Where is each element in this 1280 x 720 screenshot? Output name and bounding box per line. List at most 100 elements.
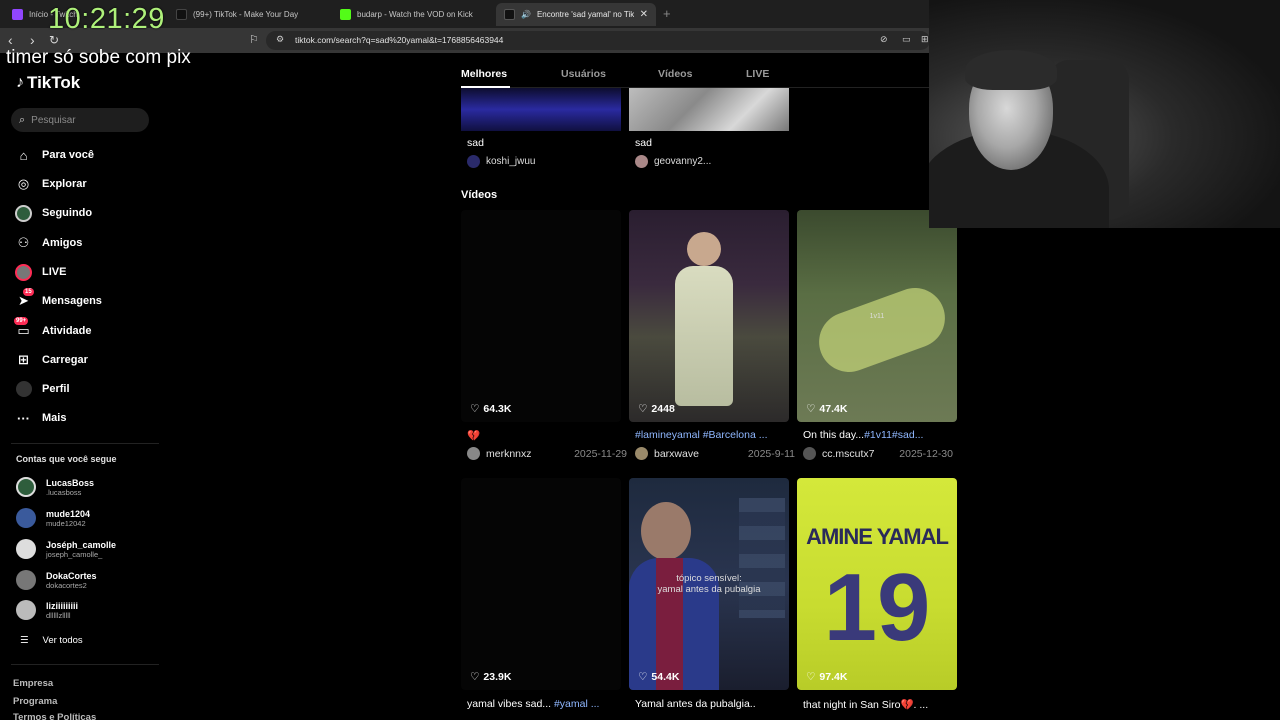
video-card[interactable]: AMINE YAMAL 19 ♡ 97.4K — [797, 478, 957, 690]
nav-perfil[interactable]: Perfil — [15, 379, 70, 399]
avatar — [467, 447, 480, 460]
following-item[interactable]: liziiiiiiiii dlllllzlllll — [16, 600, 78, 620]
site-info-icon[interactable]: ⚙ — [276, 34, 284, 45]
video-caption[interactable]: that night in San Siro💔. ... — [803, 698, 961, 711]
browser-tab-search[interactable]: 🔊 Encontre 'sad yamal' no TikTok ✕ — [496, 3, 656, 26]
like-count-value: 97.4K — [819, 671, 848, 683]
tiktok-favicon-icon — [176, 9, 187, 20]
like-count-value: 64.3K — [483, 403, 512, 415]
following-item[interactable]: DokaCortes dokacortes2 — [16, 570, 97, 590]
like-count: ♡ 47.4K — [806, 403, 847, 415]
twitch-favicon-icon — [12, 9, 23, 20]
nav-label: Seguindo — [42, 207, 93, 219]
nav-mensagens[interactable]: ➤ 15 Mensagens — [15, 287, 102, 311]
nav-amigos[interactable]: ⚇ Amigos — [15, 233, 83, 253]
video-caption[interactable]: Yamal antes da pubalgia.. — [635, 698, 793, 710]
heart-icon: ♡ — [806, 671, 816, 683]
new-tab-icon[interactable]: + — [663, 6, 671, 21]
caption-hashtags: #1v11#sad... — [864, 429, 924, 441]
like-count: ♡ 97.4K — [806, 671, 847, 683]
following-handle: dlllllzlllll — [46, 610, 71, 620]
caption-text: that night in San Siro💔. ... — [803, 699, 929, 711]
extension-icon[interactable]: ⊞ — [921, 34, 929, 45]
tab-live[interactable]: LIVE — [746, 68, 769, 80]
following-item[interactable]: LucasBoss .lucasboss — [16, 477, 94, 497]
caption-text: 💔 — [467, 430, 481, 442]
logo-text: TikTok — [27, 73, 81, 92]
search-input[interactable] — [31, 114, 132, 126]
nav-label: Mais — [42, 412, 67, 424]
stream-timer: 10:21:29 — [48, 3, 165, 35]
sidebar-divider — [11, 664, 159, 665]
sponsor-board — [739, 498, 785, 618]
top-result-title[interactable]: sad — [635, 137, 652, 149]
video-caption[interactable]: On this day...#1v11#sad... — [803, 429, 961, 441]
video-card[interactable]: ♡ 23.9K — [461, 478, 621, 690]
footer-link-termos[interactable]: Termos e Políticas — [13, 712, 96, 720]
video-overlay-text: tópico sensível: yamal antes da pubalgia — [629, 573, 789, 595]
see-all-button[interactable]: ☰ Ver todos — [20, 635, 83, 646]
nav-mais[interactable]: ··· Mais — [15, 408, 66, 428]
nav-live[interactable]: LIVE — [15, 262, 66, 282]
tiktok-note-icon: ♪ — [16, 74, 24, 91]
top-result-thumbnail[interactable] — [461, 88, 621, 131]
eye-off-icon[interactable]: ⊘ — [880, 34, 888, 45]
nav-seguindo[interactable]: Seguindo — [15, 203, 92, 223]
player-lying — [810, 279, 954, 381]
activity-badge: 99+ — [14, 316, 29, 325]
stream-overlay-text: timer só sobe com pix — [6, 47, 191, 68]
footer-link-programa[interactable]: Programa — [13, 696, 57, 707]
top-result-title[interactable]: sad — [467, 137, 484, 149]
video-card[interactable]: ♡ 2448 — [629, 210, 789, 422]
tab-melhores[interactable]: Melhores — [461, 68, 507, 80]
nav-atividade[interactable]: ▭ 99+ Atividade — [14, 316, 92, 341]
address-bar[interactable]: ⚙ tiktok.com/search?q=sad%20yamal&t=1768… — [266, 31, 930, 50]
following-name: DokaCortes — [46, 570, 97, 581]
browser-tab-kick[interactable]: budarp - Watch the VOD on Kick — [332, 3, 492, 26]
video-meta[interactable]: barxwave 2025-9-11 — [635, 447, 795, 460]
video-overlay-text: 1v11 — [869, 313, 885, 320]
profile-avatar-icon — [15, 381, 32, 398]
top-result-author[interactable]: geovanny2... — [635, 155, 711, 168]
messages-badge: 15 — [23, 287, 34, 296]
heart-icon: ♡ — [806, 403, 816, 415]
video-caption[interactable]: #lamineyamal #Barcelona ... — [635, 429, 793, 441]
browser-tab-tiktok[interactable]: (99+) TikTok - Make Your Day — [168, 3, 328, 26]
avatar — [803, 447, 816, 460]
video-meta[interactable]: cc.mscutx7 2025-12-30 — [803, 447, 953, 460]
top-result-thumbnail[interactable] — [629, 88, 789, 131]
live-avatar-icon — [15, 263, 32, 281]
nav-para-voce[interactable]: ⌂ Para você — [15, 145, 94, 165]
cast-icon[interactable]: ▭ — [902, 34, 911, 45]
search-box[interactable]: ⌕ — [11, 108, 149, 132]
footer-link-empresa[interactable]: Empresa — [13, 678, 53, 689]
video-card[interactable]: tópico sensível: yamal antes da pubalgia… — [629, 478, 789, 690]
nav-carregar[interactable]: ⊞ Carregar — [15, 350, 88, 370]
video-card[interactable]: 1v11 ♡ 47.4K — [797, 210, 957, 422]
nav-label: Atividade — [42, 325, 92, 337]
video-caption[interactable]: 💔 — [467, 429, 625, 442]
following-item[interactable]: mude1204 mude12042 — [16, 508, 90, 528]
tab-title: budarp - Watch the VOD on Kick — [357, 10, 473, 19]
url-text: tiktok.com/search?q=sad%20yamal&t=176885… — [295, 35, 504, 45]
like-count-value: 54.4K — [651, 671, 680, 683]
bookmark-icon[interactable]: ⚐ — [249, 32, 259, 48]
tab-title: (99+) TikTok - Make Your Day — [193, 10, 299, 19]
video-author: merknnxz — [486, 447, 532, 460]
compass-icon: ◎ — [17, 176, 30, 191]
close-tab-icon[interactable]: ✕ — [640, 9, 648, 20]
tab-usuarios[interactable]: Usuários — [561, 68, 606, 80]
nav-explorar[interactable]: ◎ Explorar — [15, 174, 87, 194]
video-meta[interactable]: merknnxz 2025-11-29 — [467, 447, 627, 460]
following-name: LucasBoss — [46, 477, 95, 488]
video-caption[interactable]: yamal vibes sad... #yamal ... — [467, 698, 625, 710]
avatar — [16, 570, 36, 590]
forward-icon[interactable]: › — [30, 32, 35, 48]
back-icon[interactable]: ‹ — [8, 32, 13, 48]
top-result-author[interactable]: koshi_jwuu — [467, 155, 535, 168]
tiktok-logo[interactable]: ♪ TikTok — [16, 73, 80, 93]
following-section-title: Contas que você segue — [16, 454, 117, 464]
tab-videos[interactable]: Vídeos — [658, 68, 692, 80]
video-card[interactable]: ♡ 64.3K — [461, 210, 621, 422]
following-item[interactable]: Joséph_camolle joseph_camolle_ — [16, 539, 116, 559]
